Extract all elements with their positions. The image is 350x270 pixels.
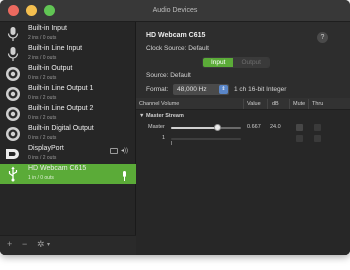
- column-divider: [267, 99, 268, 109]
- titlebar: Audio Devices: [0, 0, 350, 22]
- device-name: Built-in Line Input: [28, 45, 83, 52]
- mute-checkbox[interactable]: [296, 124, 303, 131]
- chevron-down-icon[interactable]: ▾: [47, 241, 50, 248]
- mute-checkbox[interactable]: [296, 135, 303, 142]
- device-list-item[interactable]: Built-in Output 0 ins / 2 outs: [0, 64, 136, 84]
- device-io-count: 2 ins / 0 outs: [28, 55, 57, 61]
- slider-knob[interactable]: [214, 124, 222, 131]
- usb-icon: [5, 166, 21, 182]
- updown-chevron-icon: ⇕: [219, 85, 228, 94]
- table-row: 1: [136, 134, 350, 145]
- add-device-button[interactable]: +: [7, 239, 12, 249]
- sidebar-toolbar: + − ✲ ▾: [0, 235, 136, 255]
- speaker-icon: [5, 86, 21, 102]
- header-channel-volume[interactable]: Channel Volume: [139, 101, 179, 107]
- format-description: 1 ch 16-bit Integer: [234, 86, 287, 93]
- device-list-item[interactable]: DisplayPort 0 ins / 2 outs ◂)): [0, 144, 136, 164]
- column-divider: [289, 99, 290, 109]
- device-io-count: 1 in / 0 outs: [28, 175, 54, 181]
- device-name: Built-in Line Output 2: [28, 105, 94, 112]
- channel-volume-table: Channel Volume Value dB Mute Thru ▼ Mast…: [136, 98, 350, 255]
- device-title: HD Webcam C615: [146, 32, 206, 39]
- device-sidebar: Built-in Input 2 ins / 0 outs Built-in Lin…: [0, 22, 136, 255]
- device-name: Built-in Input: [28, 25, 67, 32]
- device-io-count: 0 ins / 2 outs: [28, 115, 57, 121]
- volume-value: 0.667: [247, 124, 261, 130]
- format-label: Format:: [146, 86, 169, 93]
- microphone-icon: [5, 46, 21, 62]
- master-stream-group[interactable]: ▼ Master Stream: [139, 113, 184, 119]
- volume-db: 24.0: [270, 124, 281, 130]
- column-divider: [243, 99, 244, 109]
- device-io-count: 0 ins / 2 outs: [28, 75, 57, 81]
- speaker-icon: [5, 126, 21, 142]
- window-title: Audio Devices: [152, 7, 198, 14]
- tab-output[interactable]: Output: [233, 58, 269, 67]
- gear-icon[interactable]: ✲: [37, 239, 45, 250]
- speaker-icon: [5, 66, 21, 82]
- speaker-icon: [5, 106, 21, 122]
- help-button[interactable]: ?: [317, 32, 328, 43]
- source-label: Source:: [146, 72, 169, 79]
- slider-tick: [171, 141, 172, 145]
- displayport-icon: [5, 146, 21, 162]
- thru-checkbox[interactable]: [314, 135, 321, 142]
- device-name: Built-in Digital Output: [28, 125, 94, 132]
- header-value[interactable]: Value: [247, 101, 261, 107]
- source-row: Source: Default: [146, 72, 191, 79]
- device-name: Built-in Line Output 1: [28, 85, 94, 92]
- device-list-item[interactable]: Built-in Line Input 2 ins / 0 outs: [0, 44, 136, 64]
- screen-icon: [109, 147, 118, 154]
- speaker-volume-icon: ◂)): [120, 148, 128, 154]
- source-value[interactable]: Default: [170, 72, 191, 79]
- thru-checkbox[interactable]: [314, 124, 321, 131]
- device-badges: ◂)): [109, 147, 128, 154]
- clock-source-label: Clock Source:: [146, 45, 187, 52]
- microphone-icon: [5, 26, 21, 42]
- device-list-item[interactable]: HD Webcam C615 1 in / 0 outs: [0, 164, 136, 184]
- device-list-item[interactable]: Built-in Input 2 ins / 0 outs: [0, 24, 136, 44]
- table-row: Master 0.667 24.0: [136, 123, 350, 133]
- sample-rate-value: 48,000 Hz: [177, 86, 207, 93]
- header-mute[interactable]: Mute: [293, 101, 305, 107]
- audio-devices-window: Audio Devices Built-in Input 2 ins / 0 ou…: [0, 0, 350, 255]
- device-io-count: 0 ins / 2 outs: [28, 135, 57, 141]
- table-header: Channel Volume Value dB Mute Thru: [136, 98, 350, 110]
- device-detail-pane: HD Webcam C615 ? Clock Source: Default I…: [136, 22, 350, 255]
- device-io-count: 0 ins / 2 outs: [28, 95, 57, 101]
- clock-source-value[interactable]: Default: [188, 45, 209, 52]
- remove-device-button[interactable]: −: [22, 239, 27, 249]
- tab-input[interactable]: Input: [203, 58, 234, 67]
- sample-rate-select[interactable]: 48,000 Hz ⇕: [173, 84, 229, 95]
- channel-label: Master: [148, 124, 165, 130]
- channel-label: 1: [162, 135, 166, 141]
- slider-fill: [171, 127, 218, 129]
- clock-source-row: Clock Source: Default: [146, 45, 209, 52]
- device-io-count: 0 ins / 2 outs: [28, 155, 57, 161]
- default-input-mic-icon: [122, 168, 127, 181]
- column-divider: [308, 99, 309, 109]
- header-db[interactable]: dB: [272, 101, 279, 107]
- device-list-item[interactable]: Built-in Line Output 1 0 ins / 2 outs: [0, 84, 136, 104]
- device-io-count: 2 ins / 0 outs: [28, 35, 57, 41]
- device-name: HD Webcam C615: [28, 165, 87, 172]
- device-name: Built-in Output: [28, 65, 73, 72]
- device-name: DisplayPort: [28, 145, 64, 152]
- header-thru[interactable]: Thru: [312, 101, 323, 107]
- channel-1-volume-slider[interactable]: [171, 138, 241, 145]
- master-volume-slider[interactable]: [171, 124, 241, 131]
- input-output-segmented-control: Input Output: [202, 57, 270, 68]
- device-list-item[interactable]: Built-in Digital Output 0 ins / 2 outs: [0, 124, 136, 144]
- device-list-item[interactable]: Built-in Line Output 2 0 ins / 2 outs: [0, 104, 136, 124]
